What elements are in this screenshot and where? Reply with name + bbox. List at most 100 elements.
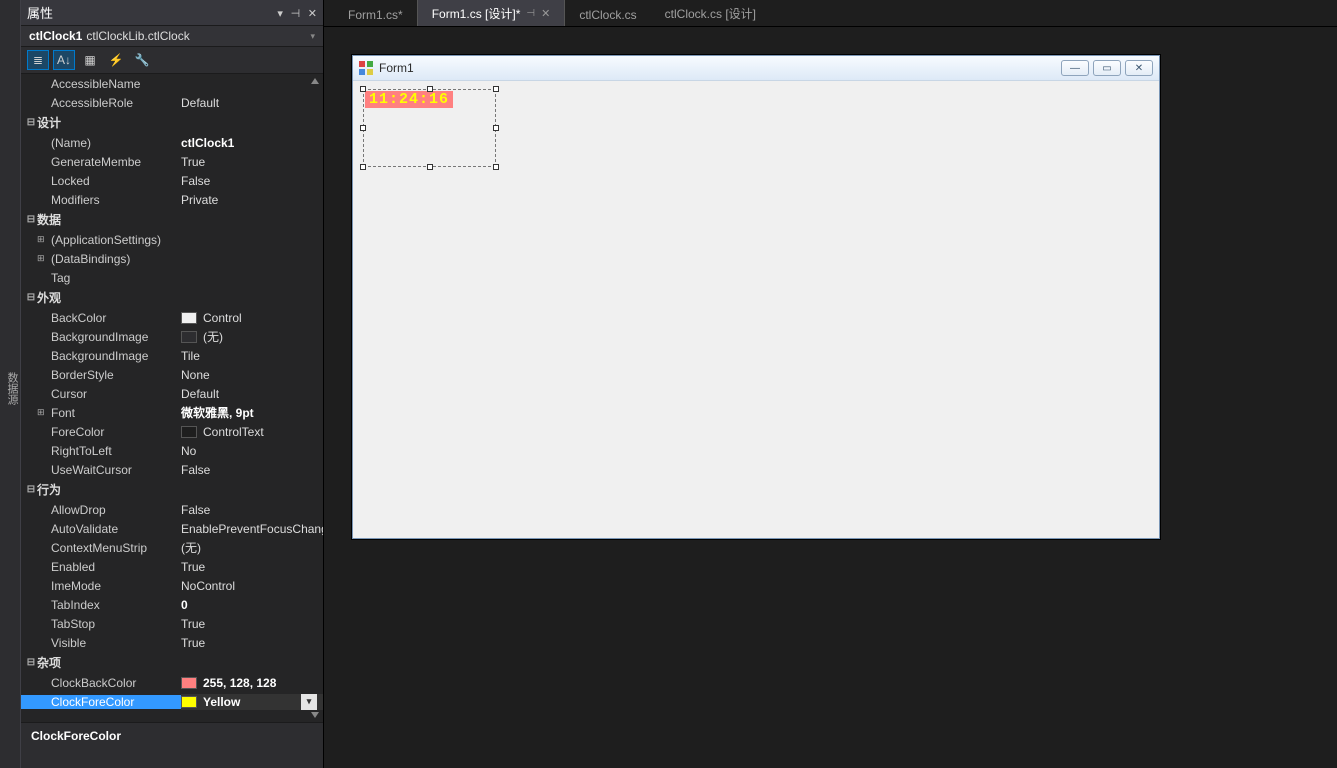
form-min-button[interactable]: — <box>1061 60 1089 76</box>
property-value[interactable]: False <box>181 174 323 188</box>
property-row[interactable]: BackgroundImage(无) <box>21 327 323 346</box>
property-value[interactable]: 0 <box>181 598 323 612</box>
property-value[interactable]: Default <box>181 387 323 401</box>
collapse-icon[interactable]: ⊟ <box>25 657 37 668</box>
expand-icon[interactable]: ⊞ <box>37 234 47 245</box>
resize-handle-s[interactable] <box>427 164 433 170</box>
property-value[interactable]: False <box>181 463 323 477</box>
property-value[interactable]: EnablePreventFocusChange <box>181 522 323 536</box>
property-row[interactable]: CursorDefault <box>21 384 323 403</box>
property-value[interactable]: True <box>181 155 323 169</box>
property-grid[interactable]: AccessibleNameAccessibleRoleDefault⊟设计(N… <box>21 74 323 722</box>
category-row[interactable]: ⊟外观 <box>21 287 323 308</box>
property-row[interactable]: AccessibleRoleDefault <box>21 93 323 112</box>
resize-handle-nw[interactable] <box>360 86 366 92</box>
property-row[interactable]: AccessibleName <box>21 74 323 93</box>
left-toolbox-tab[interactable]: 数据源 <box>0 0 21 768</box>
property-value[interactable]: Private <box>181 193 323 207</box>
property-row[interactable]: LockedFalse <box>21 171 323 190</box>
property-row[interactable]: RightToLeftNo <box>21 441 323 460</box>
property-row[interactable]: ModifiersPrivate <box>21 190 323 209</box>
form-client-area[interactable]: 11:24:16 <box>359 87 1153 532</box>
property-value[interactable]: Control <box>181 311 323 325</box>
tab-close-icon[interactable]: ✕ <box>541 7 550 20</box>
dropdown-button[interactable]: ▾ <box>301 694 317 710</box>
property-value[interactable]: True <box>181 636 323 650</box>
property-value[interactable]: NoControl <box>181 579 323 593</box>
category-row[interactable]: ⊟行为 <box>21 479 323 500</box>
property-value[interactable]: Tile <box>181 349 323 363</box>
events-button[interactable]: ⚡ <box>105 50 127 70</box>
collapse-icon[interactable]: ⊟ <box>25 484 37 495</box>
category-row[interactable]: ⊟杂项 <box>21 652 323 673</box>
panel-close-icon[interactable]: ✕ <box>308 8 317 20</box>
scroll-down-icon[interactable] <box>311 712 319 718</box>
property-row[interactable]: (Name)ctlClock1 <box>21 133 323 152</box>
document-tab[interactable]: ctlClock.cs <box>565 3 650 26</box>
expand-icon[interactable]: ⊞ <box>37 407 47 418</box>
category-row[interactable]: ⊟数据 <box>21 209 323 230</box>
resize-handle-se[interactable] <box>493 164 499 170</box>
property-row[interactable]: ⊞Font微软雅黑, 9pt <box>21 403 323 422</box>
collapse-icon[interactable]: ⊟ <box>25 214 37 225</box>
panel-pin-icon[interactable]: ⊣ <box>291 8 301 20</box>
object-selector[interactable]: ctlClock1 ctlClockLib.ctlClock ▾ <box>21 26 323 47</box>
properties-button[interactable]: ▦ <box>79 50 101 70</box>
collapse-icon[interactable]: ⊟ <box>25 292 37 303</box>
document-tab[interactable]: Form1.cs [设计]*⊣✕ <box>417 0 566 26</box>
property-row[interactable]: ClockBackColor255, 128, 128 <box>21 673 323 692</box>
property-row[interactable]: ⊞(ApplicationSettings) <box>21 230 323 249</box>
selected-control[interactable]: 11:24:16 <box>363 89 496 167</box>
property-value[interactable]: (无) <box>181 539 323 556</box>
property-row[interactable]: AutoValidateEnablePreventFocusChange <box>21 519 323 538</box>
property-value[interactable]: False <box>181 503 323 517</box>
property-row[interactable]: VisibleTrue <box>21 633 323 652</box>
collapse-icon[interactable]: ⊟ <box>25 117 37 128</box>
property-row[interactable]: ⊞(DataBindings) <box>21 249 323 268</box>
resize-handle-w[interactable] <box>360 125 366 131</box>
panel-dropdown-icon[interactable]: ▾ <box>277 8 283 20</box>
property-row[interactable]: ImeModeNoControl <box>21 576 323 595</box>
property-row[interactable]: Tag <box>21 268 323 287</box>
property-value[interactable]: No <box>181 444 323 458</box>
property-value[interactable]: Default <box>181 96 323 110</box>
property-pages-button[interactable]: 🔧 <box>131 50 153 70</box>
property-row[interactable]: UseWaitCursorFalse <box>21 460 323 479</box>
property-row[interactable]: BorderStyleNone <box>21 365 323 384</box>
resize-handle-e[interactable] <box>493 125 499 131</box>
form-close-button[interactable]: ✕ <box>1125 60 1153 76</box>
designer-surface[interactable]: Form1 — ▭ ✕ 11:24:16 <box>324 27 1337 768</box>
property-value[interactable]: ctlClock1 <box>181 136 323 150</box>
property-value[interactable]: 255, 128, 128 <box>181 676 323 690</box>
property-value[interactable]: (无) <box>181 328 323 345</box>
category-row[interactable]: ⊟设计 <box>21 112 323 133</box>
property-value[interactable]: Yellow▾ <box>181 694 323 710</box>
property-row[interactable]: GenerateMembeTrue <box>21 152 323 171</box>
resize-handle-sw[interactable] <box>360 164 366 170</box>
property-row[interactable]: ForeColorControlText <box>21 422 323 441</box>
property-row[interactable]: ContextMenuStrip(无) <box>21 538 323 557</box>
property-row[interactable]: TabStopTrue <box>21 614 323 633</box>
property-value[interactable]: None <box>181 368 323 382</box>
document-tab[interactable]: Form1.cs* <box>334 3 417 26</box>
document-tab[interactable]: ctlClock.cs [设计] <box>651 0 770 26</box>
property-value[interactable]: True <box>181 617 323 631</box>
categorized-button[interactable]: ≣ <box>27 50 49 70</box>
property-row[interactable]: BackColorControl <box>21 308 323 327</box>
object-dropdown-icon[interactable]: ▾ <box>310 31 315 42</box>
property-value[interactable]: ControlText <box>181 425 323 439</box>
property-row[interactable]: ClockForeColorYellow▾ <box>21 692 323 711</box>
property-row[interactable]: TabIndex0 <box>21 595 323 614</box>
expand-icon[interactable]: ⊞ <box>37 253 47 264</box>
resize-handle-n[interactable] <box>427 86 433 92</box>
property-row[interactable]: BackgroundImageTile <box>21 346 323 365</box>
property-row[interactable]: AllowDropFalse <box>21 500 323 519</box>
property-value[interactable]: 微软雅黑, 9pt <box>181 404 323 421</box>
pin-icon[interactable]: ⊣ <box>526 8 535 19</box>
resize-handle-ne[interactable] <box>493 86 499 92</box>
property-value[interactable]: True <box>181 560 323 574</box>
form-designer[interactable]: Form1 — ▭ ✕ 11:24:16 <box>352 55 1160 539</box>
scroll-up-icon[interactable] <box>311 78 319 84</box>
form-max-button[interactable]: ▭ <box>1093 60 1121 76</box>
alphabetical-button[interactable]: A↓ <box>53 50 75 70</box>
